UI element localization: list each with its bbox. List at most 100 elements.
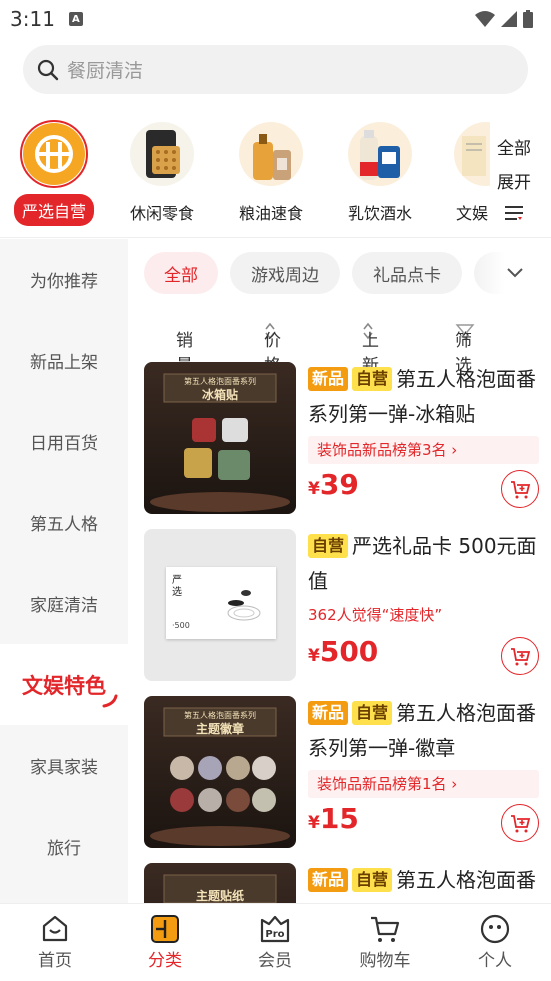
expand-all-button[interactable]: 全部 展开 <box>497 132 531 234</box>
product-image: 第五人格泡面番系列 主题徽章 <box>144 696 296 848</box>
tab-cart[interactable]: 购物车 <box>330 912 440 971</box>
search-placeholder: 餐厨清洁 <box>67 60 144 82</box>
price-symbol: ¥ <box>308 479 320 499</box>
svg-text:Pro: Pro <box>265 929 284 940</box>
category-sidebar: 为你推荐 新品上架 日用百货 第五人格 家庭清洁 文娱特色 家具家装 旅行 <box>0 239 128 903</box>
category-yanxuan[interactable]: 严选自营 <box>9 118 99 226</box>
sort-row: 销量 价格 上新 筛选 <box>144 318 544 376</box>
bottom-tab-bar: 首页 分类 Pro 会员 购物车 个人 <box>0 903 551 981</box>
search-input[interactable]: 餐厨清洁 <box>23 45 528 94</box>
product-rank-badge[interactable]: 装饰品新品榜第3名 › <box>308 436 539 464</box>
category-grain-oil[interactable]: 粮油速食 <box>226 118 316 224</box>
search-icon <box>37 59 59 80</box>
sidebar-item-label: 日用百货 <box>30 434 98 454</box>
chip-all[interactable]: 全部 <box>144 252 218 294</box>
sort-price[interactable]: 价格 <box>264 322 281 376</box>
product-card[interactable]: 第五人格泡面番系列 主题徽章 新品 自营 第五人格泡面番系列第一弹-徽章 装饰品新品… <box>144 696 539 848</box>
home-icon <box>42 915 68 942</box>
tag-new: 新品 <box>308 868 349 892</box>
price-symbol: ¥ <box>308 646 320 666</box>
chip-expand-button[interactable] <box>474 248 551 298</box>
sidebar-item-culture[interactable]: 文娱特色 <box>0 644 128 725</box>
sidebar-item-daily[interactable]: 日用百货 <box>0 401 128 482</box>
product-price: ¥15 <box>308 802 359 835</box>
pro-crown-icon: Pro <box>260 915 290 943</box>
tab-label: 个人 <box>478 951 512 971</box>
category-snacks-image <box>130 122 194 186</box>
status-time: 3:11 <box>10 7 55 31</box>
product-review-note: 362人觉得“速度快” <box>308 606 443 624</box>
battery-icon <box>523 10 533 28</box>
tag-self-operated: 自营 <box>352 868 393 892</box>
tab-membership[interactable]: Pro 会员 <box>220 912 330 971</box>
sort-newest[interactable]: 上新 <box>362 322 379 376</box>
category-yanxuan-image <box>20 120 88 188</box>
add-to-cart-button[interactable] <box>501 637 539 675</box>
chip-label: 游戏周边 <box>251 265 319 286</box>
wifi-icon <box>475 11 495 27</box>
expand-label-1: 全部 <box>497 139 531 159</box>
category-label: 严选自营 <box>13 194 94 226</box>
sidebar-item-recommend[interactable]: 为你推荐 <box>0 239 128 320</box>
product-rank-badge[interactable]: 装饰品新品榜第1名 › <box>308 770 539 798</box>
category-drinks[interactable]: 乳饮酒水 <box>335 118 425 224</box>
tab-label: 首页 <box>38 951 72 971</box>
image-caption: 主题徽章 <box>195 722 244 736</box>
card-value-text: 500 <box>174 621 190 630</box>
sidebar-item-label: 旅行 <box>47 839 81 859</box>
sidebar-item-identity-v[interactable]: 第五人格 <box>0 482 128 563</box>
product-title: 新品 自营 第五人格泡面番系列第一弹-徽章 <box>308 696 539 766</box>
cart-plus-icon <box>511 815 531 833</box>
product-card[interactable]: 严选 ·500 自营 严选礼品卡 500元面值 362人觉得“速度快” ¥500 <box>144 529 539 681</box>
category-label: 粮油速食 <box>238 204 303 223</box>
sidebar-item-cleaning[interactable]: 家庭清洁 <box>0 563 128 644</box>
product-price: ¥39 <box>308 468 359 501</box>
sort-filter[interactable]: 筛选 <box>455 322 475 376</box>
price-value: 39 <box>319 468 359 501</box>
tab-profile[interactable]: 个人 <box>440 912 550 971</box>
category-grid-icon <box>151 915 179 943</box>
sidebar-item-new[interactable]: 新品上架 <box>0 320 128 401</box>
chip-label: 礼品点卡 <box>373 265 441 286</box>
status-bar: 3:11 A <box>0 0 551 38</box>
image-caption: 冰箱贴 <box>201 388 238 402</box>
product-card[interactable]: 主题贴纸 新品自营第五人格泡面番系列第一弹 <box>144 863 539 903</box>
add-to-cart-button[interactable] <box>501 804 539 842</box>
expand-label-2: 展开 <box>497 173 531 193</box>
category-culture-image <box>454 122 490 186</box>
filter-tabs: 全部 游戏周边 礼品点卡 <box>144 248 551 298</box>
tab-label: 购物车 <box>359 951 411 971</box>
sidebar-item-furniture[interactable]: 家具家装 <box>0 725 128 806</box>
product-card[interactable]: 第五人格泡面番系列 冰箱贴 新品 自营 第五人格泡面番系列第一弹-冰箱贴 装饰品新品… <box>144 362 539 514</box>
sidebar-item-travel[interactable]: 旅行 <box>0 806 128 887</box>
product-image: 严选 ·500 <box>144 529 296 681</box>
add-to-cart-button[interactable] <box>501 470 539 508</box>
card-text-2: 选 <box>172 587 182 598</box>
tab-category[interactable]: 分类 <box>110 912 220 971</box>
tag-new: 新品 <box>308 701 349 725</box>
tag-new: 新品 <box>308 367 349 391</box>
sidebar-item-label: 文娱特色 <box>22 673 106 698</box>
gift-card-image: 严选 ·500 <box>166 567 276 639</box>
signal-icon <box>501 11 517 27</box>
sidebar-item-label: 为你推荐 <box>30 272 98 292</box>
category-culture[interactable]: 文娱 <box>440 118 490 224</box>
price-value: 15 <box>319 802 359 835</box>
category-snacks[interactable]: 休闲零食 <box>117 118 207 224</box>
tab-home[interactable]: 首页 <box>0 912 110 971</box>
category-label: 乳饮酒水 <box>347 204 412 223</box>
tab-label: 会员 <box>258 951 292 971</box>
chip-gift-card[interactable]: 礼品点卡 <box>352 252 462 294</box>
product-image: 主题贴纸 <box>144 863 296 903</box>
product-image: 第五人格泡面番系列 冰箱贴 <box>144 362 296 514</box>
product-title: 新品 自营 第五人格泡面番系列第一弹-冰箱贴 <box>308 362 539 432</box>
category-label: 休闲零食 <box>129 204 194 223</box>
chip-label: 全部 <box>164 265 198 286</box>
tag-self-operated: 自营 <box>308 534 349 558</box>
sidebar-item-label: 家具家装 <box>30 758 98 778</box>
notification-icon: A <box>68 12 83 26</box>
tab-label: 分类 <box>148 951 182 971</box>
chip-game-merch[interactable]: 游戏周边 <box>230 252 340 294</box>
cart-plus-icon <box>511 648 531 666</box>
product-title: 新品自营第五人格泡面番系列第一弹 <box>308 863 539 903</box>
